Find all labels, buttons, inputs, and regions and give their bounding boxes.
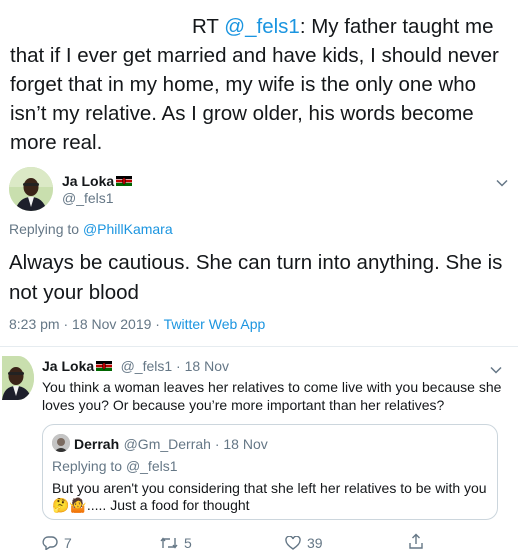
author-handle[interactable]: @_fels1 [62, 190, 114, 206]
quoted-text-line1: But you aren't you considering that she … [52, 480, 487, 496]
rt-prefix: RT [192, 15, 225, 38]
reply-header: Ja Loka @_fels1 · 18 Nov [42, 358, 229, 376]
quoted-text-line2: ..... Just a food for thought [86, 497, 250, 513]
rt-body: that if I ever get married and have kids… [10, 44, 499, 154]
rt-line1-rest: : My father taught me [299, 15, 494, 38]
reply-icon [42, 536, 58, 550]
main-tweet-text: Always be cautious. She can turn into an… [9, 251, 503, 304]
replying-prefix: Replying to [9, 221, 83, 237]
chevron-down-icon[interactable] [490, 361, 502, 379]
quoted-author-handle: @Gm_Derrah [123, 436, 211, 452]
reply-separator: · [172, 358, 185, 374]
reply-author-name[interactable]: Ja Loka [42, 358, 94, 374]
reply-date[interactable]: 18 Nov [185, 358, 229, 374]
reply-author-handle[interactable]: @_fels1 [121, 358, 173, 374]
rt-mention-link[interactable]: @_fels1 [224, 15, 300, 38]
reply-action[interactable]: 7 [42, 535, 72, 551]
retweet-count: 5 [184, 535, 192, 551]
quoted-replying-handle: @_fels1 [125, 458, 178, 474]
avatar[interactable] [9, 167, 53, 211]
like-action[interactable]: 39 [285, 535, 323, 551]
reply-count: 7 [64, 535, 72, 551]
tweet-meta: 8:23 pm · 18 Nov 2019 · Twitter Web App [9, 316, 265, 332]
quoted-author-name: Derrah [74, 436, 120, 452]
kenya-flag-icon [116, 175, 133, 186]
share-icon [408, 533, 424, 549]
quoted-replying-prefix: Replying to [52, 458, 126, 474]
like-count: 39 [307, 535, 323, 551]
retweet-icon [160, 536, 178, 550]
source-link[interactable]: Twitter Web App [164, 316, 266, 332]
replying-to: Replying to @PhillKamara [9, 221, 173, 237]
quoted-header: Derrah @Gm_Derrah · 18 Nov [74, 436, 268, 454]
chevron-down-icon[interactable] [496, 174, 508, 192]
share-action[interactable] [408, 533, 424, 549]
kenya-flag-icon [96, 360, 113, 371]
quoted-emoji: 🤔🤷 [52, 497, 87, 513]
author-name[interactable]: Ja Loka [62, 173, 114, 189]
retweet-text: RT @_fels1: My father taught me that if … [10, 12, 510, 157]
retweet-action[interactable]: 5 [160, 535, 192, 551]
quoted-text: But you aren't you considering that she … [52, 480, 492, 514]
replying-to-link[interactable]: @PhillKamara [83, 221, 173, 237]
quoted-replying-to: Replying to @_fels1 [52, 458, 178, 474]
reply-avatar[interactable] [2, 356, 34, 400]
reply-text: You think a woman leaves her relatives t… [42, 379, 502, 413]
quoted-separator: · [210, 436, 224, 452]
quoted-avatar [52, 434, 70, 452]
divider [0, 346, 518, 347]
main-author: Ja Loka [62, 173, 133, 191]
timestamp[interactable]: 8:23 pm · 18 Nov 2019 · [9, 316, 164, 332]
like-icon [285, 536, 301, 550]
quoted-date: 18 Nov [223, 436, 268, 452]
